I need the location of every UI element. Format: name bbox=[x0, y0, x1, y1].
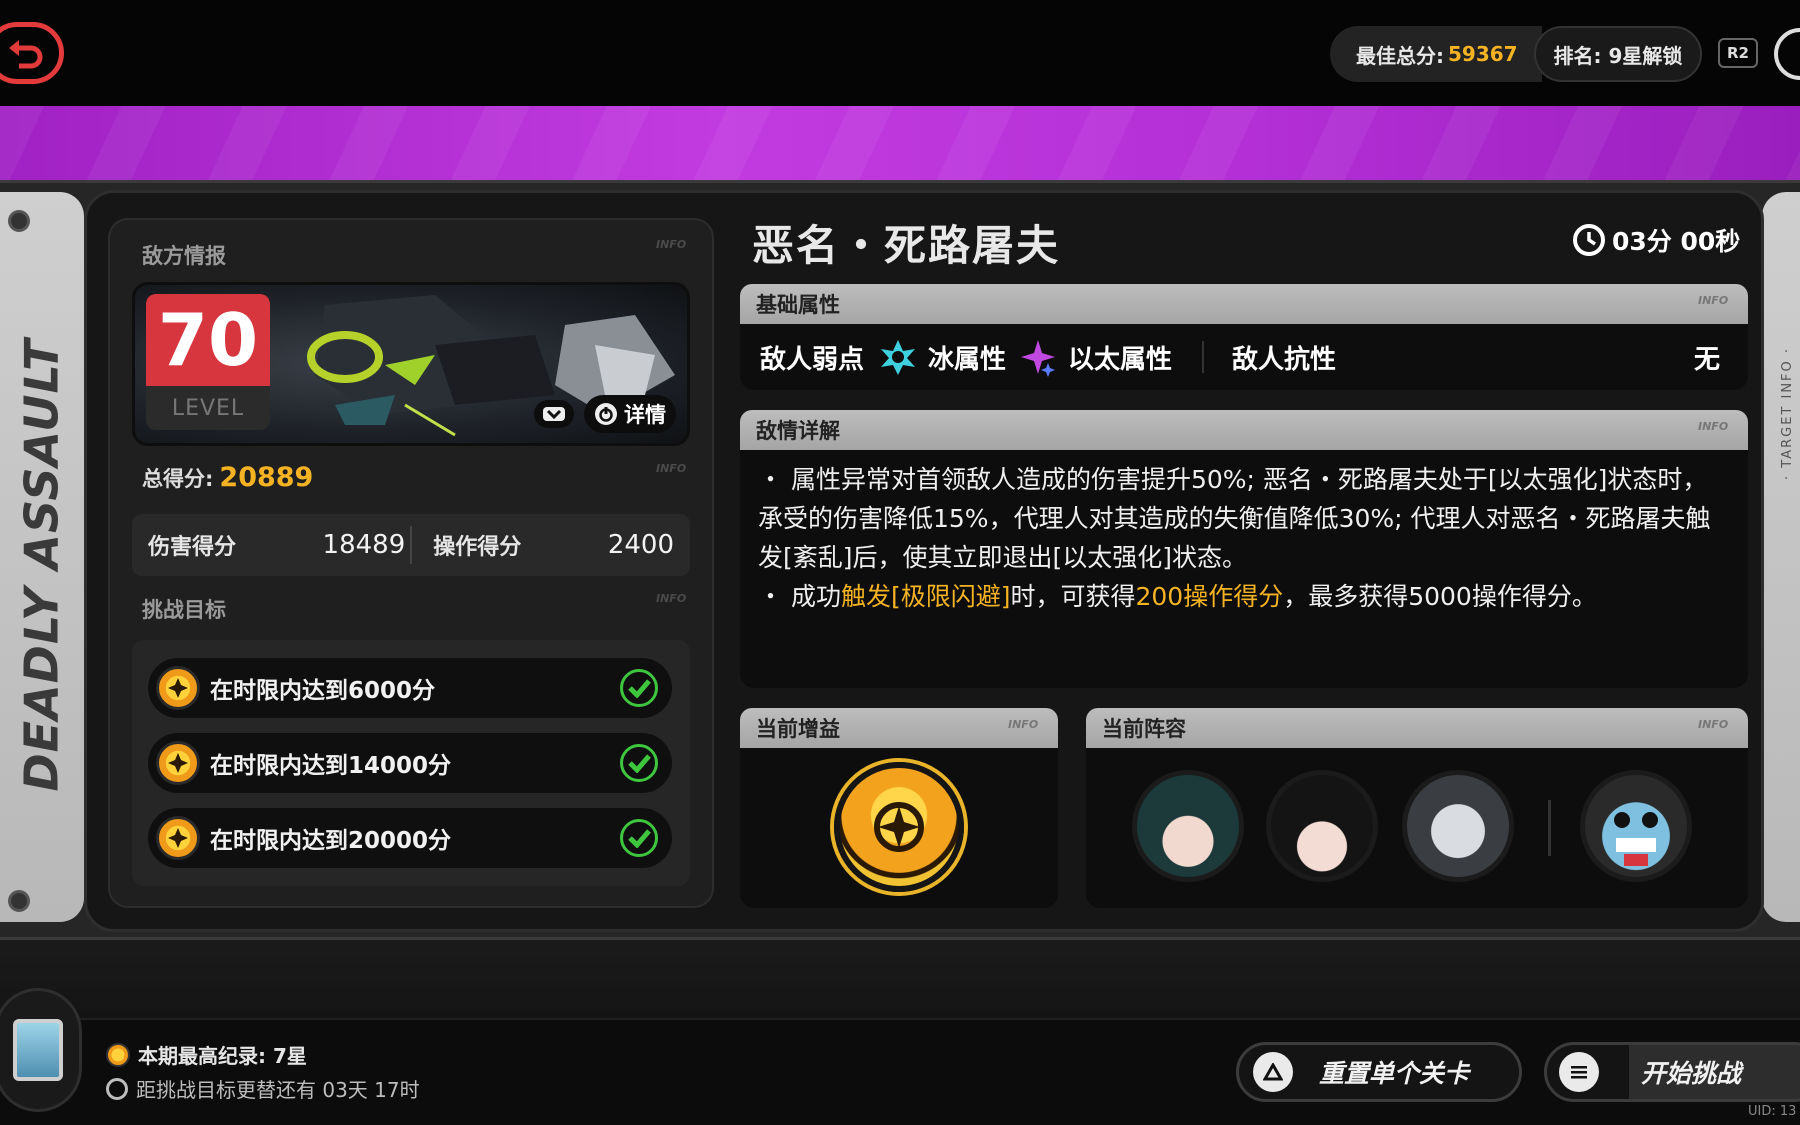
timer: 03分 00秒 bbox=[1572, 222, 1740, 258]
coin-star-icon bbox=[106, 1042, 130, 1067]
r2-key-hint: R2 bbox=[1718, 38, 1758, 68]
start-challenge-button[interactable]: 开始挑战 bbox=[1544, 1042, 1800, 1102]
rank-label: 排名: 9星解锁 bbox=[1553, 43, 1683, 68]
device-icon[interactable] bbox=[0, 988, 82, 1112]
expand-button[interactable] bbox=[534, 400, 574, 428]
resistance-value: 无 bbox=[1693, 344, 1720, 375]
target-info-label: · TARGET INFO · bbox=[1780, 346, 1795, 480]
triangle-icon bbox=[1253, 1052, 1293, 1092]
power-icon bbox=[595, 403, 617, 425]
detail-button-label: 详情 bbox=[624, 403, 666, 427]
current-team-title: 当前阵容 bbox=[1102, 717, 1186, 741]
team-avatar-bangboo[interactable] bbox=[1580, 770, 1692, 882]
base-attributes-title: 基础属性 bbox=[756, 293, 840, 317]
detail-paragraph-1: ・ 属性异常对首领敌人造成的伤害提升50%; 恶名・死路屠夫处于[以太强化]状态… bbox=[758, 465, 1711, 572]
operation-score-label: 操作得分 bbox=[433, 535, 522, 560]
damage-score-value: 18489 bbox=[322, 530, 406, 560]
goal-text: 在时限内达到6000分 bbox=[210, 678, 436, 704]
check-icon bbox=[620, 669, 658, 707]
weakness-ice: 冰属性 bbox=[928, 344, 1007, 375]
detail-button[interactable]: 详情 bbox=[584, 395, 676, 433]
resistance-label: 敌人抗性 bbox=[1232, 344, 1337, 375]
reset-countdown: 距挑战目标更替还有 03天 17时 bbox=[106, 1074, 420, 1103]
team-avatar-3[interactable] bbox=[1402, 770, 1514, 882]
purple-banner bbox=[0, 106, 1800, 186]
goal-text: 在时限内达到20000分 bbox=[210, 828, 452, 854]
screw-icon bbox=[8, 890, 30, 912]
back-arrow-icon bbox=[9, 40, 43, 69]
total-score-label: 总得分: bbox=[142, 467, 214, 491]
enemy-detail-header: 敌情详解 bbox=[740, 410, 1748, 450]
check-icon bbox=[620, 744, 658, 782]
level-label: LEVEL bbox=[171, 395, 245, 421]
detail-paragraph-2: ・ 成功触发[极限闪避]时，可获得200操作得分，最多获得5000操作得分。 bbox=[758, 582, 1597, 611]
weakness-ether: 以太属性 bbox=[1068, 344, 1173, 375]
info-tag: INFO bbox=[1698, 294, 1729, 307]
best-score: 最佳总分: 59367 bbox=[1330, 26, 1542, 82]
operation-score-value: 2400 bbox=[607, 530, 674, 560]
info-tag: INFO bbox=[656, 462, 687, 475]
info-tag: INFO bbox=[1698, 420, 1729, 433]
coin-star-icon bbox=[156, 741, 200, 785]
ice-element-icon bbox=[881, 340, 916, 375]
total-score-value: 20889 bbox=[219, 462, 314, 493]
enemy-detail-body: ・ 属性异常对首领敌人造成的伤害提升50%; 恶名・死路屠夫处于[以太强化]状态… bbox=[740, 450, 1748, 688]
team-avatar-1[interactable] bbox=[1132, 770, 1244, 882]
ether-element-icon bbox=[1021, 340, 1056, 377]
base-attributes-body: 敌人弱点 冰属性 以太属性 敌人抗性 无 bbox=[740, 324, 1748, 390]
enemy-info-label: 敌方情报 bbox=[142, 244, 226, 268]
current-buff-title: 当前增益 bbox=[756, 717, 840, 741]
uid-label: UID: 13 bbox=[1748, 1104, 1797, 1119]
boss-title: 恶名・死路屠夫 bbox=[752, 221, 1061, 270]
goal-text: 在时限内达到14000分 bbox=[210, 753, 452, 779]
challenge-goals-label: 挑战目标 bbox=[142, 598, 226, 622]
team-avatar-2[interactable] bbox=[1266, 770, 1378, 882]
bottom-strip bbox=[0, 1018, 1800, 1125]
back-button[interactable] bbox=[0, 22, 64, 84]
season-record-text: 本期最高纪录: 7星 bbox=[138, 1044, 307, 1068]
divider bbox=[1548, 800, 1551, 856]
screw-icon bbox=[8, 210, 30, 232]
check-icon bbox=[620, 819, 658, 857]
reset-stage-button[interactable]: 重置单个关卡 bbox=[1236, 1042, 1522, 1102]
rank-badge[interactable]: 排名: 9星解锁 bbox=[1534, 26, 1702, 82]
enemy-detail-title: 敌情详解 bbox=[756, 419, 840, 443]
level-badge: 70 LEVEL bbox=[146, 294, 270, 430]
right-side-strip bbox=[1762, 192, 1800, 922]
chevron-down-icon bbox=[543, 407, 565, 421]
goal-item: 在时限内达到6000分 bbox=[148, 658, 672, 718]
deadly-assault-label: DEADLY ASSAULT bbox=[15, 338, 70, 792]
buff-medal-icon[interactable] bbox=[834, 762, 964, 892]
start-challenge-label: 开始挑战 bbox=[1641, 1059, 1742, 1088]
coin-star-icon bbox=[156, 816, 200, 860]
goal-item: 在时限内达到14000分 bbox=[148, 733, 672, 793]
info-tag: INFO bbox=[1008, 718, 1039, 731]
damage-score-label: 伤害得分 bbox=[148, 535, 237, 560]
weakness-label: 敌人弱点 bbox=[760, 344, 865, 375]
level-number: 70 bbox=[146, 294, 270, 386]
divider bbox=[1202, 341, 1205, 373]
clock-icon bbox=[106, 1077, 128, 1100]
base-attributes-header: 基础属性 bbox=[740, 284, 1748, 324]
menu-icon bbox=[1559, 1052, 1599, 1092]
goal-item: 在时限内达到20000分 bbox=[148, 808, 672, 868]
best-score-value: 59367 bbox=[1448, 42, 1518, 66]
total-score: 总得分: 20889 bbox=[142, 462, 313, 493]
season-record: 本期最高纪录: 7星 bbox=[106, 1040, 307, 1069]
info-tag: INFO bbox=[1698, 718, 1729, 731]
divider bbox=[410, 526, 412, 564]
info-tag: INFO bbox=[656, 238, 687, 251]
reset-stage-label: 重置单个关卡 bbox=[1318, 1059, 1469, 1088]
coin-star-icon bbox=[156, 666, 200, 710]
info-tag: INFO bbox=[656, 592, 687, 605]
clock-icon bbox=[1573, 224, 1605, 256]
best-score-label: 最佳总分: bbox=[1356, 43, 1444, 68]
timer-value: 03分 00秒 bbox=[1612, 227, 1741, 256]
current-team-header: 当前阵容 bbox=[1086, 708, 1748, 748]
reset-countdown-text: 距挑战目标更替还有 03天 17时 bbox=[136, 1078, 420, 1102]
